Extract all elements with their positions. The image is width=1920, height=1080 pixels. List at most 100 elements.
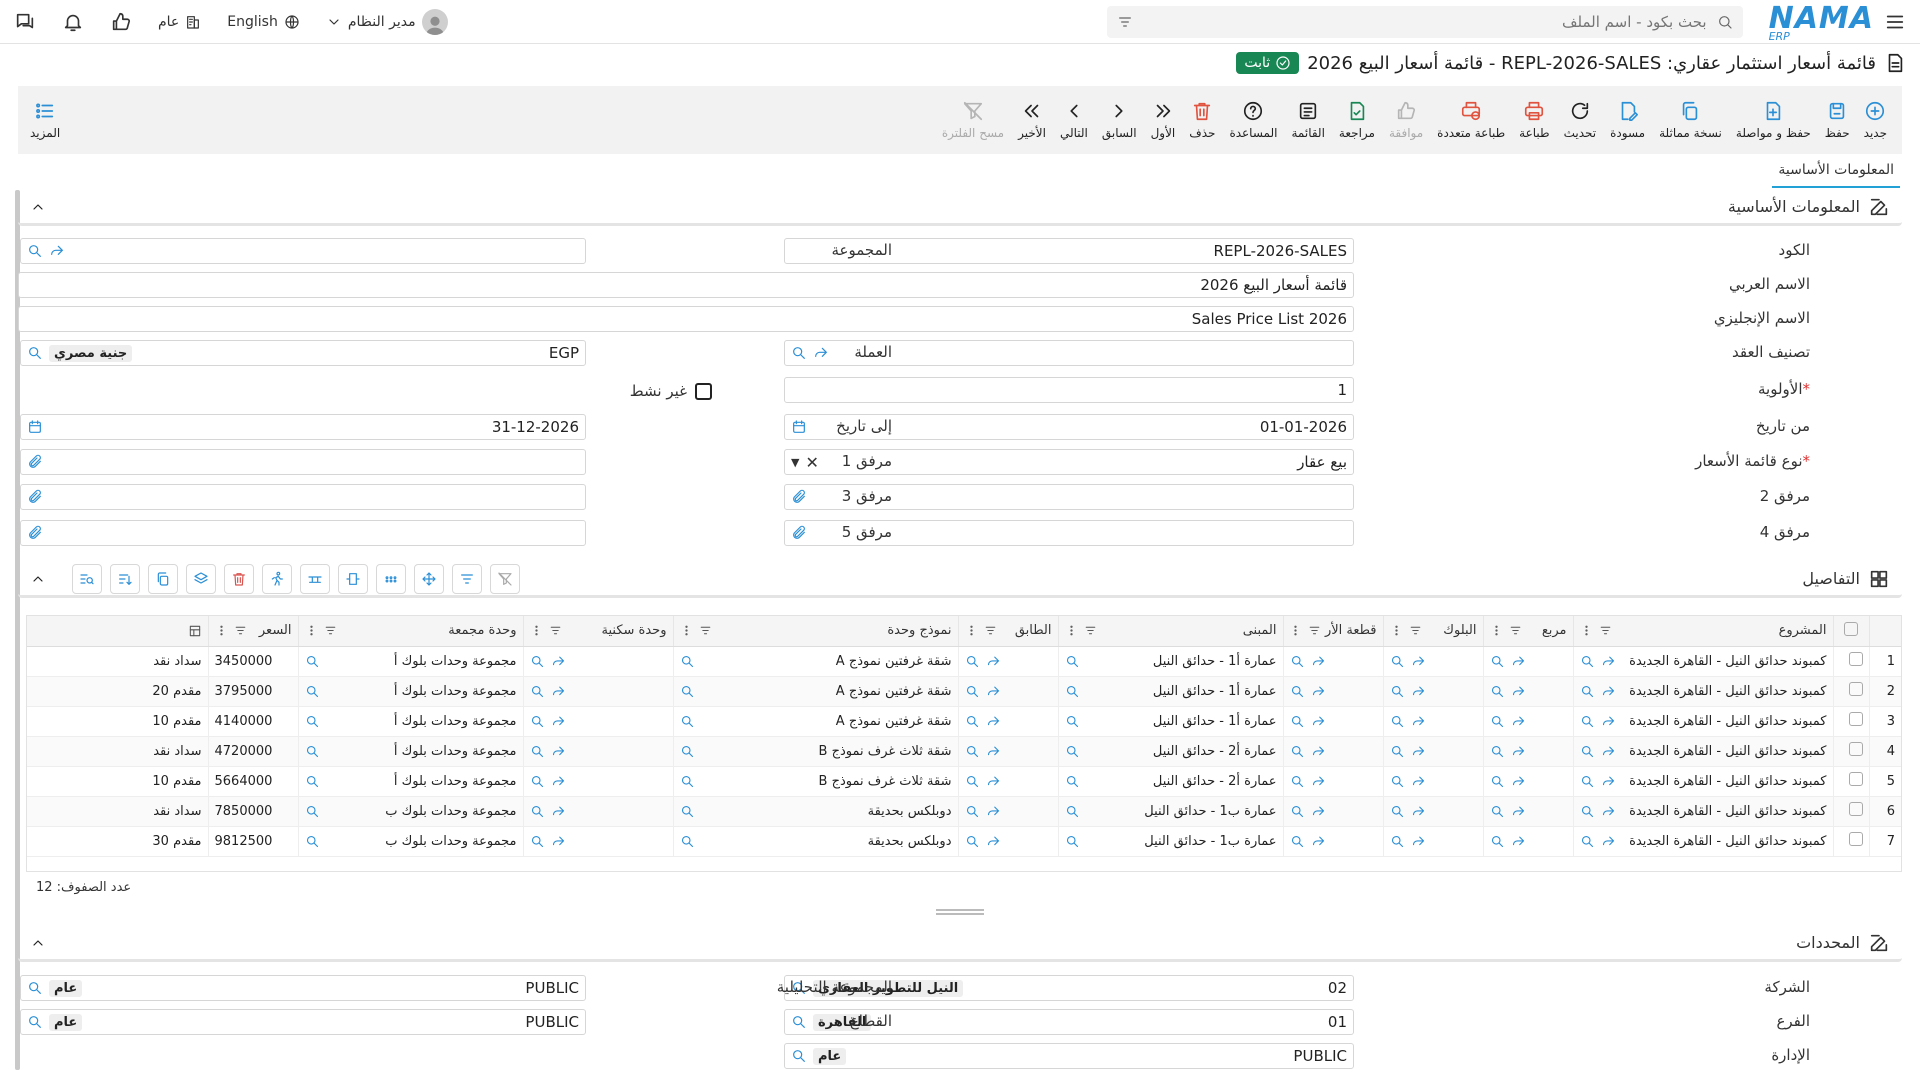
lookup-search-icon[interactable] xyxy=(680,714,695,729)
table-row[interactable]: 5 كمبوند حدائق النيل - القاهرة الجديدة عما… xyxy=(27,766,1901,797)
column-header[interactable]: نموذج وحدة xyxy=(672,616,958,647)
lookup-search-icon[interactable] xyxy=(680,744,695,759)
priority-field[interactable]: 1 xyxy=(784,377,1354,403)
row-checkbox[interactable] xyxy=(1832,796,1869,827)
lookup-search-icon[interactable] xyxy=(530,714,545,729)
plot-cell[interactable] xyxy=(1282,736,1383,767)
list-button[interactable]: القائمة xyxy=(1284,86,1331,154)
share-icon[interactable] xyxy=(1311,834,1326,849)
lookup-search-icon[interactable] xyxy=(530,654,545,669)
lookup-search-icon[interactable] xyxy=(530,744,545,759)
lookup-search-icon[interactable] xyxy=(1390,774,1405,789)
block-cell[interactable] xyxy=(1382,796,1483,827)
sector-field[interactable]: PUBLIC عام xyxy=(20,1009,586,1035)
grid-delete-button[interactable] xyxy=(224,564,254,594)
lookup-search-icon[interactable] xyxy=(1290,714,1305,729)
table-row[interactable]: 4 كمبوند حدائق النيل - القاهرة الجديدة عما… xyxy=(27,736,1901,767)
column-menu-icon[interactable] xyxy=(1289,624,1302,637)
share-icon[interactable] xyxy=(1411,744,1426,759)
column-menu-icon[interactable] xyxy=(1390,624,1403,637)
share-icon[interactable] xyxy=(1411,714,1426,729)
column-menu-icon[interactable] xyxy=(215,624,228,637)
first-button[interactable]: الأول xyxy=(1144,86,1183,154)
share-icon[interactable] xyxy=(1511,774,1526,789)
unit-group-cell[interactable]: مجموعة وحدات بلوك ب xyxy=(297,796,523,827)
grid-move-button[interactable] xyxy=(414,564,444,594)
plot-cell[interactable] xyxy=(1282,646,1383,677)
lookup-search-icon[interactable] xyxy=(965,774,980,789)
floor-cell[interactable] xyxy=(957,706,1058,737)
share-icon[interactable] xyxy=(551,714,566,729)
lookup-search-icon[interactable] xyxy=(1490,684,1505,699)
share-icon[interactable] xyxy=(1601,654,1616,669)
project-cell[interactable]: كمبوند حدائق النيل - القاهرة الجديدة xyxy=(1572,766,1833,797)
column-filter-icon[interactable] xyxy=(324,624,337,637)
share-icon[interactable] xyxy=(551,684,566,699)
share-icon[interactable] xyxy=(1511,804,1526,819)
share-icon[interactable] xyxy=(551,654,566,669)
last-button[interactable]: الأخير xyxy=(1011,86,1053,154)
select-all-checkbox[interactable] xyxy=(1832,616,1869,647)
lookup-search-icon[interactable] xyxy=(1490,774,1505,789)
column-filter-icon[interactable] xyxy=(549,624,562,637)
hamburger-menu-icon[interactable] xyxy=(1884,11,1906,33)
print-button[interactable]: طباعة xyxy=(1512,86,1556,154)
column-header[interactable]: المبنى xyxy=(1057,616,1283,647)
paperclip-icon[interactable] xyxy=(27,489,43,505)
share-icon[interactable] xyxy=(986,744,1001,759)
lookup-search-icon[interactable] xyxy=(1390,804,1405,819)
floor-cell[interactable] xyxy=(957,676,1058,707)
grid-insert-row-button[interactable] xyxy=(300,564,330,594)
grid-run-button[interactable] xyxy=(262,564,292,594)
share-icon[interactable] xyxy=(1311,744,1326,759)
unit-model-cell[interactable]: دوبلكس بحديقة xyxy=(672,796,958,827)
calendar-icon[interactable] xyxy=(791,419,807,435)
unit-group-cell[interactable]: مجموعة وحدات بلوك ب xyxy=(297,826,523,857)
checkbox-box[interactable] xyxy=(695,382,712,400)
payment-plan-cell[interactable]: مقدم 10 xyxy=(27,766,208,797)
search-icon[interactable] xyxy=(1717,14,1733,30)
unit-group-cell[interactable]: مجموعة وحدات بلوك أ xyxy=(297,736,523,767)
block-cell[interactable] xyxy=(1382,826,1483,857)
unit-group-cell[interactable]: مجموعة وحدات بلوك أ xyxy=(297,676,523,707)
share-icon[interactable] xyxy=(986,834,1001,849)
clear-icon[interactable]: ✕ xyxy=(805,453,818,472)
lookup-search-icon[interactable] xyxy=(965,714,980,729)
resize-handle[interactable] xyxy=(936,909,984,915)
share-icon[interactable] xyxy=(1311,804,1326,819)
column-filter-icon[interactable] xyxy=(984,624,997,637)
lookup-search-icon[interactable] xyxy=(305,774,320,789)
lookup-search-icon[interactable] xyxy=(530,774,545,789)
building-cell[interactable]: عمارة أ1 - حدائق النيل xyxy=(1057,676,1283,707)
table-row[interactable]: 6 كمبوند حدائق النيل - القاهرة الجديدة عما… xyxy=(27,796,1901,827)
lookup-search-icon[interactable] xyxy=(1290,834,1305,849)
lookup-search-icon[interactable] xyxy=(305,714,320,729)
share-icon[interactable] xyxy=(986,804,1001,819)
share-icon[interactable] xyxy=(551,774,566,789)
lookup-search-icon[interactable] xyxy=(965,834,980,849)
column-menu-icon[interactable] xyxy=(1490,624,1503,637)
lookup-search-icon[interactable] xyxy=(965,804,980,819)
share-icon[interactable] xyxy=(1411,684,1426,699)
square-cell[interactable] xyxy=(1482,646,1573,677)
floor-cell[interactable] xyxy=(957,766,1058,797)
lookup-search-icon[interactable] xyxy=(1580,714,1595,729)
share-icon[interactable] xyxy=(1311,714,1326,729)
paperclip-icon[interactable] xyxy=(27,525,43,541)
table-row[interactable]: 3 كمبوند حدائق النيل - القاهرة الجديدة عما… xyxy=(27,706,1901,737)
square-cell[interactable] xyxy=(1482,796,1573,827)
help-button[interactable]: المساعدة xyxy=(1222,86,1284,154)
copy-button[interactable]: نسخة مماثلة xyxy=(1652,86,1729,154)
share-icon[interactable] xyxy=(986,684,1001,699)
logo[interactable]: NAMA ERP xyxy=(1769,1,1874,43)
lookup-search-icon[interactable] xyxy=(1290,654,1305,669)
lookup-search-icon[interactable] xyxy=(530,804,545,819)
grid-sort-button[interactable] xyxy=(110,564,140,594)
share-icon[interactable] xyxy=(49,243,65,259)
lookup-search-icon[interactable] xyxy=(1065,744,1080,759)
lookup-search-icon[interactable] xyxy=(305,834,320,849)
unit-group-cell[interactable]: مجموعة وحدات بلوك أ xyxy=(297,766,523,797)
grid-layers-button[interactable] xyxy=(186,564,216,594)
block-cell[interactable] xyxy=(1382,736,1483,767)
building-cell[interactable]: عمارة أ1 - حدائق النيل xyxy=(1057,646,1283,677)
